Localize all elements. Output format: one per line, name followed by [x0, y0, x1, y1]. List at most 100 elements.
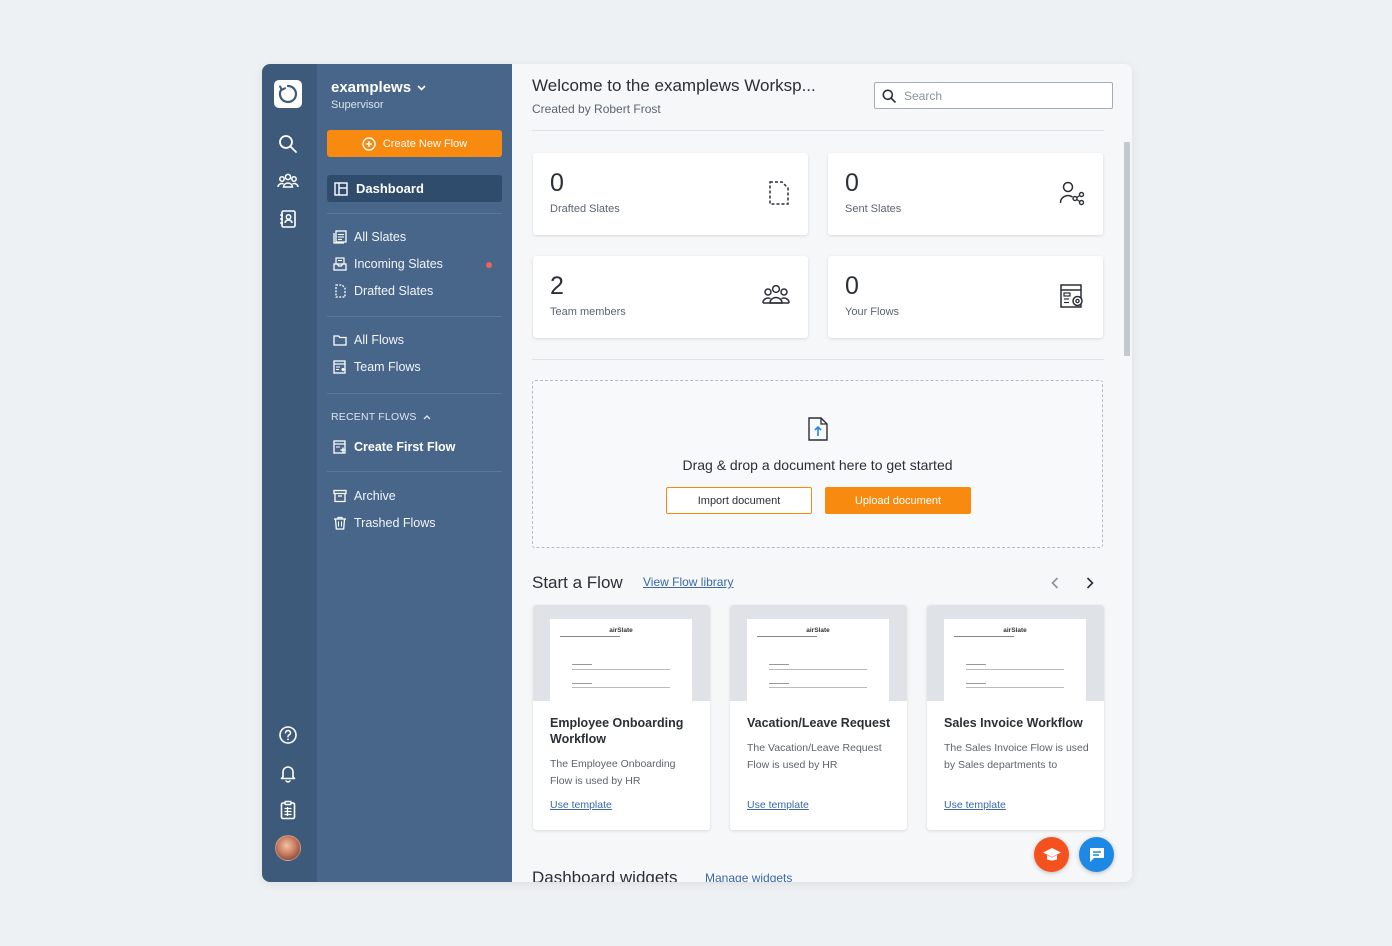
drafted-slate-icon — [769, 181, 789, 205]
flows-gear-icon — [1060, 284, 1083, 308]
workspace-name: examplews — [331, 79, 412, 96]
carousel-prev-button[interactable] — [1046, 574, 1064, 592]
template-brand: airSlate — [1003, 627, 1027, 634]
stat-card-team-members[interactable]: 2 Team members — [533, 256, 808, 338]
stat-card-your-flows[interactable]: 0 Your Flows — [828, 256, 1103, 338]
section-divider — [532, 359, 1104, 360]
contacts-icon[interactable] — [276, 207, 300, 231]
archive-label: Archive — [354, 489, 396, 503]
document-dropzone[interactable]: Drag & drop a document here to get start… — [532, 380, 1103, 548]
create-first-flow-label: Create First Flow — [354, 440, 456, 454]
dashboard-icon — [334, 181, 348, 196]
new-flow-icon — [333, 440, 346, 454]
notifications-bell-icon[interactable] — [276, 761, 300, 785]
template-description: The Employee Onboarding Flow is used by … — [550, 758, 676, 787]
carousel-next-button[interactable] — [1081, 574, 1099, 592]
archive-icon — [333, 489, 347, 503]
workspace-switcher[interactable]: examplews — [331, 79, 426, 96]
template-brand: airSlate — [609, 627, 633, 634]
template-preview: airSlate — [944, 619, 1086, 701]
use-template-link[interactable]: Use template — [550, 799, 612, 811]
academy-button[interactable] — [1034, 837, 1069, 872]
template-title: Employee Onboarding Workflow — [550, 716, 684, 746]
sidebar-divider — [327, 316, 502, 317]
main-scrollbar[interactable] — [1122, 132, 1132, 882]
import-document-button[interactable]: Import document — [666, 487, 812, 514]
recent-flows-label: RECENT FLOWS — [331, 411, 417, 423]
stat-value: 0 — [550, 169, 564, 197]
stat-card-drafted-slates[interactable]: 0 Drafted Slates — [533, 153, 808, 235]
sidebar-item-drafted-slates[interactable]: Drafted Slates — [333, 281, 433, 301]
template-thumbnail: airSlate — [730, 605, 907, 701]
template-preview: airSlate — [550, 619, 692, 701]
chevron-up-icon — [423, 414, 431, 419]
teams-icon[interactable] — [276, 169, 300, 193]
recent-flows-toggle[interactable]: RECENT FLOWS — [331, 411, 431, 423]
start-flow-title: Start a Flow — [532, 573, 623, 592]
view-flow-library-link[interactable]: View Flow library — [643, 575, 733, 589]
sidebar-item-create-first-flow[interactable]: Create First Flow — [333, 437, 455, 457]
page-subtitle: Created by Robert Frost — [532, 102, 661, 116]
search-input[interactable] — [904, 88, 1094, 103]
use-template-link[interactable]: Use template — [944, 799, 1006, 811]
stat-value: 0 — [845, 272, 859, 300]
dashboard-widgets-title: Dashboard widgets — [532, 868, 678, 882]
sidebar-item-dashboard[interactable]: Dashboard — [327, 175, 502, 202]
clipboard-icon[interactable] — [276, 798, 300, 822]
sidebar-divider — [327, 393, 502, 394]
create-new-flow-label: Create New Flow — [382, 137, 468, 150]
template-thumbnail: airSlate — [533, 605, 710, 701]
sidebar-item-team-flows[interactable]: Team Flows — [333, 357, 421, 377]
page-title: Welcome to the examplews Worksp... — [532, 76, 816, 95]
graduation-cap-icon — [1042, 847, 1061, 860]
incoming-slates-label: Incoming Slates — [354, 257, 443, 271]
template-card-vacation-leave[interactable]: airSlate Vacation/Leave Request The Vaca… — [730, 605, 907, 830]
header-divider — [532, 130, 1104, 131]
sidebar-item-incoming-slates[interactable]: Incoming Slates — [333, 254, 443, 274]
sidebar-item-all-slates[interactable]: All Slates — [333, 227, 406, 247]
chevron-right-icon — [1086, 577, 1094, 589]
stat-label: Sent Slates — [845, 203, 902, 215]
upload-document-icon — [808, 417, 828, 441]
team-members-icon — [762, 284, 790, 304]
airslate-logo[interactable] — [274, 80, 302, 108]
plus-circle-icon — [362, 136, 376, 151]
all-flows-label: All Flows — [354, 333, 405, 347]
sidebar-item-all-flows[interactable]: All Flows — [333, 330, 404, 350]
stat-label: Team members — [550, 306, 626, 318]
stat-value: 2 — [550, 272, 564, 300]
sidebar-item-archive[interactable]: Archive — [333, 486, 396, 506]
template-title: Vacation/Leave Request — [747, 716, 891, 730]
stat-card-sent-slates[interactable]: 0 Sent Slates — [828, 153, 1103, 235]
folder-icon — [333, 335, 347, 346]
template-description: The Sales Invoice Flow is used by Sales … — [944, 742, 1089, 771]
stat-label: Drafted Slates — [550, 203, 620, 215]
upload-document-button[interactable]: Upload document — [825, 487, 971, 514]
sidebar-item-trashed-flows[interactable]: Trashed Flows — [333, 513, 436, 533]
create-new-flow-button[interactable]: Create New Flow — [327, 130, 502, 157]
dashboard-label: Dashboard — [356, 181, 424, 196]
trash-icon — [334, 516, 346, 530]
sidebar-divider — [327, 471, 502, 472]
template-card-employee-onboarding[interactable]: airSlate Employee Onboarding Workflow Th… — [533, 605, 710, 830]
team-flows-label: Team Flows — [354, 360, 421, 374]
trashed-flows-label: Trashed Flows — [354, 516, 436, 530]
template-title: Sales Invoice Workflow — [944, 716, 1083, 730]
search-box[interactable] — [874, 82, 1113, 109]
manage-widgets-link[interactable]: Manage widgets — [705, 871, 792, 882]
user-avatar[interactable] — [275, 835, 301, 861]
help-icon[interactable] — [276, 723, 300, 747]
workspace-role: Supervisor — [331, 99, 384, 111]
template-card-sales-invoice[interactable]: airSlate Sales Invoice Workflow The Sale… — [927, 605, 1104, 830]
search-icon — [882, 89, 896, 103]
template-thumbnail: airSlate — [927, 605, 1104, 701]
all-slates-icon — [333, 230, 347, 244]
all-slates-label: All Slates — [354, 230, 407, 244]
use-template-link[interactable]: Use template — [747, 799, 809, 811]
team-flows-icon — [333, 360, 346, 374]
search-icon[interactable] — [276, 132, 300, 156]
scrollbar-thumb[interactable] — [1124, 142, 1130, 356]
stat-value: 0 — [845, 169, 859, 197]
chat-bubble-icon — [1089, 847, 1104, 862]
chat-button[interactable] — [1079, 837, 1114, 872]
